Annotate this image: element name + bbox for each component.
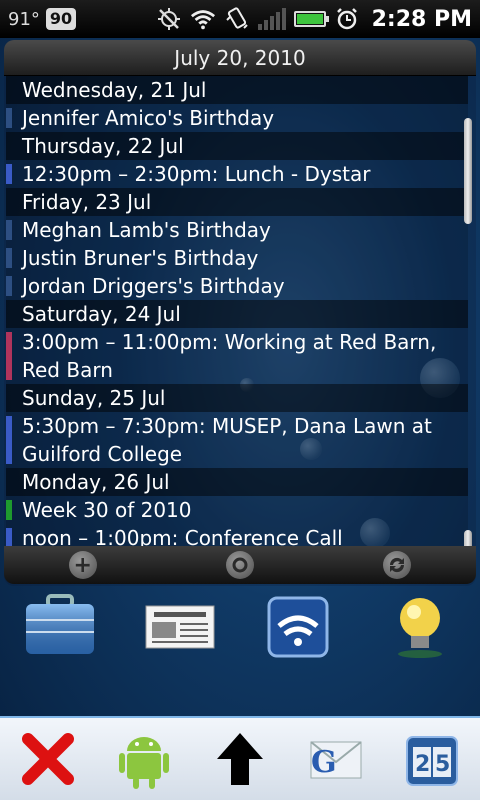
agenda-event[interactable]: Jennifer Amico's Birthday: [6, 104, 468, 132]
battery-icon: [293, 11, 329, 27]
clock-time: 2:28 PM: [371, 6, 472, 32]
calendar-icon-digit: 5: [435, 752, 450, 777]
event-label: Jordan Driggers's Birthday: [22, 274, 285, 298]
event-label: 3:00pm – 11:00pm: Working at Red Barn, R…: [22, 330, 437, 382]
signal-icon: [257, 8, 286, 30]
gps-off-icon: [156, 6, 182, 32]
dock: G 25: [0, 716, 480, 800]
settings-icon[interactable]: [225, 551, 254, 579]
agenda-event[interactable]: 12:30pm – 2:30pm: Lunch - Dystar: [6, 160, 468, 188]
wifi-icon: [190, 6, 216, 32]
agenda-day-header[interactable]: Sunday, 25 Jul: [6, 384, 468, 412]
calendar-icon-digit: 2: [415, 752, 430, 777]
status-bar: 91° 90 2:28 PM: [0, 0, 480, 38]
day-label: Wednesday, 21 Jul: [22, 78, 207, 102]
battery-level: [296, 14, 323, 24]
scrollbar-thumb[interactable]: [464, 118, 472, 224]
event-label: Justin Bruner's Birthday: [22, 246, 259, 270]
add-icon[interactable]: +: [68, 551, 97, 579]
agenda-event[interactable]: Jordan Driggers's Birthday: [6, 272, 468, 300]
agenda-day-header[interactable]: Thursday, 22 Jul: [6, 132, 468, 160]
event-label: Week 30 of 2010: [22, 498, 192, 522]
agenda-day-header[interactable]: Wednesday, 21 Jul: [6, 76, 468, 104]
close-x-icon[interactable]: [12, 723, 84, 795]
event-label: Jennifer Amico's Birthday: [22, 106, 275, 130]
day-label: Sunday, 25 Jul: [22, 386, 166, 410]
news-icon[interactable]: [140, 590, 220, 664]
calendar-color-bar: [6, 276, 12, 296]
mail-icon[interactable]: G: [300, 723, 372, 795]
agenda-day-header[interactable]: Monday, 26 Jul: [6, 468, 468, 496]
up-arrow-icon[interactable]: [204, 723, 276, 795]
refresh-icon[interactable]: [383, 551, 412, 579]
agenda-event[interactable]: 5:30pm – 7:30pm: MUSEP, Dana Lawn at Gui…: [6, 412, 468, 468]
home-app-row: [0, 590, 480, 670]
widget-header-date[interactable]: July 20, 2010: [4, 40, 476, 76]
day-label: Friday, 23 Jul: [22, 190, 152, 214]
calendar-color-bar: [6, 332, 12, 380]
notification-badge: 90: [45, 8, 77, 30]
agenda-event[interactable]: 3:00pm – 11:00pm: Working at Red Barn, R…: [6, 328, 468, 384]
lightbulb-icon[interactable]: [380, 590, 460, 664]
vibrate-icon: [224, 6, 250, 32]
event-label: Meghan Lamb's Birthday: [22, 218, 271, 242]
event-label: 5:30pm – 7:30pm: MUSEP, Dana Lawn at Gui…: [22, 414, 432, 466]
calendar-color-bar: [6, 164, 12, 184]
agenda-event[interactable]: Week 30 of 2010: [6, 496, 468, 524]
event-label: 12:30pm – 2:30pm: Lunch - Dystar: [22, 162, 371, 186]
agenda-event[interactable]: Justin Bruner's Birthday: [6, 244, 468, 272]
svg-text:G: G: [311, 745, 337, 780]
day-label: Thursday, 22 Jul: [22, 134, 184, 158]
calendar-color-bar: [6, 248, 12, 268]
briefcase-icon[interactable]: [20, 590, 100, 664]
calendar-color-bar: [6, 500, 12, 520]
day-label: Monday, 26 Jul: [22, 470, 170, 494]
alarm-icon: [334, 6, 360, 32]
calendar-color-bar: [6, 416, 12, 464]
calendar-color-bar: [6, 220, 12, 240]
calendar-color-bar: [6, 108, 12, 128]
android-icon[interactable]: [108, 723, 180, 795]
agenda-list[interactable]: Wednesday, 21 Jul Jennifer Amico's Birthd…: [6, 76, 468, 584]
wifi-app-icon[interactable]: [258, 590, 338, 664]
widget-footer: +: [4, 546, 476, 584]
agenda-event[interactable]: Meghan Lamb's Birthday: [6, 216, 468, 244]
agenda-day-header[interactable]: Friday, 23 Jul: [6, 188, 468, 216]
calendar-color-bar: [6, 528, 12, 548]
agenda-day-header[interactable]: Saturday, 24 Jul: [6, 300, 468, 328]
temperature-readout: 91°: [8, 8, 40, 30]
calendar-agenda-widget[interactable]: July 20, 2010 Wednesday, 21 Jul Jennifer …: [4, 40, 476, 586]
day-label: Saturday, 24 Jul: [22, 302, 181, 326]
calendar-icon[interactable]: 25: [396, 723, 468, 795]
